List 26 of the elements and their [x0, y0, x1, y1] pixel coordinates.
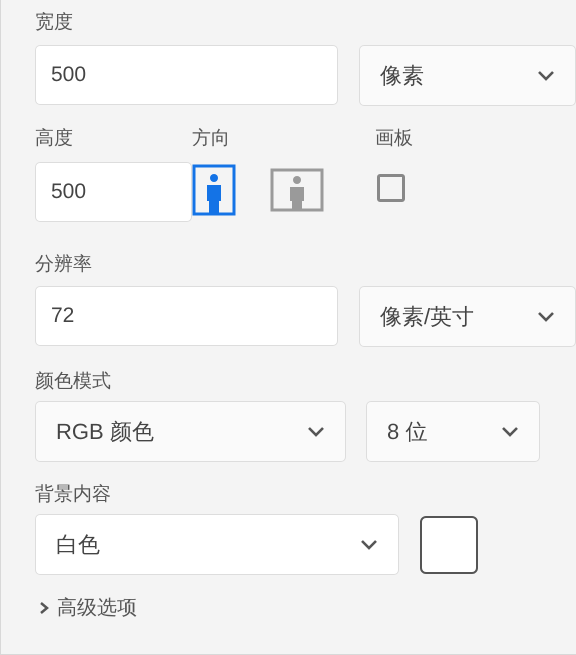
input-field[interactable]: 500	[35, 162, 192, 222]
input-field[interactable]: 500	[35, 45, 338, 105]
field-label: 高度	[35, 127, 74, 151]
field-label: 宽度	[35, 11, 74, 35]
advanced-options-toggle[interactable]: 高级选项	[39, 593, 137, 623]
landscape-orientation-icon[interactable]	[270, 168, 324, 212]
field-label: 分辨率	[35, 253, 93, 277]
dropdown[interactable]: 8 位	[366, 401, 540, 462]
color-swatch[interactable]	[420, 516, 478, 574]
chevron-right-icon	[39, 601, 49, 615]
field-label: 背景内容	[35, 483, 112, 507]
field-label: 方向	[192, 127, 231, 151]
dropdown[interactable]: 白色	[35, 514, 399, 575]
field-label: 颜色模式	[35, 370, 112, 394]
chevron-down-icon	[537, 311, 555, 322]
dropdown[interactable]: 像素/英寸	[359, 286, 576, 347]
chevron-down-icon	[360, 539, 378, 550]
portrait-orientation-icon[interactable]	[192, 164, 236, 216]
chevron-down-icon	[501, 426, 519, 437]
chevron-down-icon	[307, 426, 325, 437]
field-label: 画板	[375, 127, 413, 151]
dropdown[interactable]: RGB 颜色	[35, 401, 346, 462]
checkbox[interactable]	[377, 174, 405, 202]
input-field[interactable]: 72	[35, 286, 338, 346]
dropdown[interactable]: 像素	[359, 45, 576, 106]
chevron-down-icon	[537, 70, 555, 81]
